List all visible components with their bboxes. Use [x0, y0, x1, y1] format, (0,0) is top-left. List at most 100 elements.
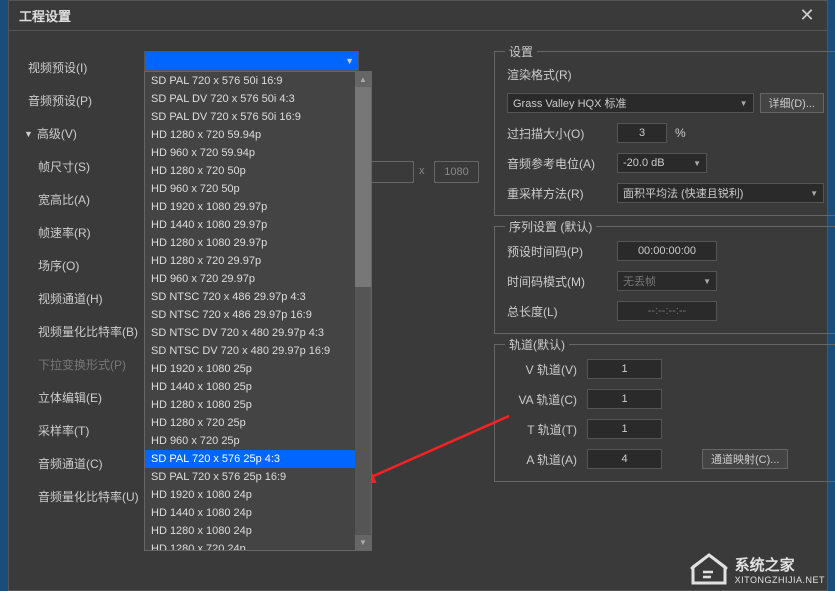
dropdown-item[interactable]: HD 1280 x 1080 24p: [145, 522, 357, 540]
sidebar-item-samplerate[interactable]: 采样率(T): [24, 414, 144, 447]
close-icon[interactable]: ✕: [797, 5, 817, 26]
watermark-url: XITONGZHIJIA.NET: [735, 575, 825, 585]
channel-map-button[interactable]: 通道映射(C)...: [702, 449, 788, 469]
dropdown-item[interactable]: HD 1280 x 720 24p: [145, 540, 357, 550]
chevron-down-icon: ▼: [703, 277, 711, 286]
dropdown-item[interactable]: HD 1280 x 1080 29.97p: [145, 234, 357, 252]
render-format-select[interactable]: Grass Valley HQX 标准 ▼: [507, 93, 754, 113]
total-len-value: --:--:--:--: [617, 301, 717, 321]
total-len-label: 总长度(L): [507, 303, 617, 320]
track-fieldset: 轨道(默认) V 轨道(V) 1 VA 轨道(C) 1 T 轨道(T) 1 A: [494, 344, 835, 482]
main-area: ▼ SD PAL 720 x 576 50i 16:9SD PAL DV 720…: [144, 51, 812, 580]
sidebar-item-video-preset[interactable]: 视频预设(I): [24, 51, 144, 84]
preset-dropdown: SD PAL 720 x 576 50i 16:9SD PAL DV 720 x…: [144, 71, 372, 551]
dropdown-item[interactable]: HD 1920 x 1080 25p: [145, 360, 357, 378]
v-track-label: V 轨道(V): [507, 361, 587, 378]
tc-mode-value: 无丢帧: [623, 273, 656, 289]
dropdown-item[interactable]: HD 960 x 720 59.94p: [145, 144, 357, 162]
dropdown-item[interactable]: HD 1440 x 1080 25p: [145, 378, 357, 396]
chevron-down-icon: ▼: [24, 129, 33, 139]
dropdown-item[interactable]: HD 1440 x 1080 24p: [145, 504, 357, 522]
preset-tc-label: 预设时间码(P): [507, 243, 617, 260]
dropdown-item[interactable]: SD NTSC 720 x 486 29.97p 16:9: [145, 306, 357, 324]
sidebar-item-video-channel[interactable]: 视频通道(H): [24, 282, 144, 315]
va-track-label: VA 轨道(C): [507, 391, 587, 408]
v-track-input[interactable]: 1: [587, 359, 662, 379]
preset-tc-input[interactable]: 00:00:00:00: [617, 241, 717, 261]
dropdown-item[interactable]: SD PAL 720 x 576 25p 16:9: [145, 468, 357, 486]
overscan-unit: %: [675, 126, 686, 140]
sequence-fieldset: 序列设置 (默认) 预设时间码(P) 00:00:00:00 时间码模式(M) …: [494, 226, 835, 334]
sidebar-item-framerate[interactable]: 帧速率(R): [24, 216, 144, 249]
house-icon: [689, 552, 729, 586]
resample-select[interactable]: 面积平均法 (快速且锐利) ▼: [617, 183, 824, 203]
dropdown-item[interactable]: HD 960 x 720 50p: [145, 180, 357, 198]
watermark-title: 系统之家: [735, 554, 825, 575]
dropdown-item[interactable]: SD PAL 720 x 576 25p 4:3: [145, 450, 357, 468]
scrollbar[interactable]: ▲ ▼: [355, 72, 371, 550]
settings-fieldset: 设置 渲染格式(R) Grass Valley HQX 标准 ▼ 详细(D)..…: [494, 51, 835, 216]
dropdown-item[interactable]: HD 1280 x 720 25p: [145, 414, 357, 432]
sidebar-item-audio-preset[interactable]: 音频预设(P): [24, 84, 144, 117]
dropdown-item[interactable]: HD 1280 x 720 50p: [145, 162, 357, 180]
sidebar-item-pulldown: 下拉变换形式(P): [24, 348, 144, 381]
scroll-thumb[interactable]: [355, 87, 371, 287]
sidebar-item-field-order[interactable]: 场序(O): [24, 249, 144, 282]
dropdown-item[interactable]: SD NTSC DV 720 x 480 29.97p 16:9: [145, 342, 357, 360]
detail-button[interactable]: 详细(D)...: [760, 93, 824, 113]
chevron-down-icon: ▼: [693, 159, 701, 168]
sidebar-item-video-bitrate[interactable]: 视频量化比特率(B): [24, 315, 144, 348]
sidebar-item-audio-bitrate[interactable]: 音频量化比特率(U): [24, 480, 144, 513]
titlebar: 工程设置 ✕: [9, 1, 827, 31]
dropdown-item[interactable]: SD PAL DV 720 x 576 50i 4:3: [145, 90, 357, 108]
dropdown-item[interactable]: HD 1920 x 1080 24p: [145, 486, 357, 504]
dropdown-item[interactable]: SD PAL 720 x 576 50i 16:9: [145, 72, 357, 90]
settings-legend: 设置: [505, 43, 537, 60]
dropdown-item[interactable]: HD 960 x 720 25p: [145, 432, 357, 450]
audio-ref-label: 音频参考电位(A): [507, 155, 617, 172]
sequence-legend: 序列设置 (默认): [505, 218, 596, 235]
chevron-down-icon: ▼: [740, 99, 748, 108]
audio-ref-select[interactable]: -20.0 dB ▼: [617, 153, 707, 173]
height-box: 1080: [434, 161, 479, 183]
va-track-input[interactable]: 1: [587, 389, 662, 409]
preset-combobox[interactable]: ▼: [144, 51, 359, 71]
t-track-input[interactable]: 1: [587, 419, 662, 439]
overscan-label: 过扫描大小(O): [507, 125, 617, 142]
dropdown-item[interactable]: SD NTSC 720 x 486 29.97p 4:3: [145, 288, 357, 306]
dropdown-item[interactable]: HD 1280 x 720 59.94p: [145, 126, 357, 144]
render-format-value: Grass Valley HQX 标准: [513, 95, 627, 111]
sidebar-item-frame-size[interactable]: 帧尺寸(S): [24, 150, 144, 183]
window-title: 工程设置: [19, 6, 71, 25]
dropdown-item[interactable]: HD 1440 x 1080 29.97p: [145, 216, 357, 234]
dropdown-item[interactable]: HD 1280 x 720 29.97p: [145, 252, 357, 270]
tc-mode-select[interactable]: 无丢帧 ▼: [617, 271, 717, 291]
sidebar-item-stereo-edit[interactable]: 立体编辑(E): [24, 381, 144, 414]
scroll-up-icon[interactable]: ▲: [355, 72, 371, 87]
a-track-input[interactable]: 4: [587, 449, 662, 469]
project-settings-window: 工程设置 ✕ 视频预设(I) 音频预设(P) ▼ 高级(V) 帧尺寸(S) 宽高…: [8, 0, 828, 591]
resample-label: 重采样方法(R): [507, 185, 617, 202]
dropdown-item[interactable]: HD 1920 x 1080 29.97p: [145, 198, 357, 216]
dropdown-item[interactable]: HD 1280 x 1080 25p: [145, 396, 357, 414]
sidebar-group-label: 高级(V): [37, 125, 77, 142]
audio-ref-value: -20.0 dB: [623, 157, 665, 169]
t-track-label: T 轨道(T): [507, 421, 587, 438]
sidebar-group-advanced[interactable]: ▼ 高级(V): [24, 117, 144, 150]
dropdown-item[interactable]: SD NTSC DV 720 x 480 29.97p 4:3: [145, 324, 357, 342]
dim-x-label: x: [419, 165, 425, 177]
tc-mode-label: 时间码模式(M): [507, 273, 617, 290]
width-box: [369, 161, 414, 183]
dropdown-item[interactable]: HD 960 x 720 29.97p: [145, 270, 357, 288]
resample-value: 面积平均法 (快速且锐利): [623, 185, 743, 201]
track-legend: 轨道(默认): [505, 336, 569, 353]
chevron-down-icon: ▼: [345, 56, 354, 66]
chevron-down-icon: ▼: [810, 189, 818, 198]
scroll-down-icon[interactable]: ▼: [355, 535, 371, 550]
dropdown-item[interactable]: SD PAL DV 720 x 576 50i 16:9: [145, 108, 357, 126]
render-format-label: 渲染格式(R): [507, 66, 617, 83]
overscan-input[interactable]: 3: [617, 123, 667, 143]
sidebar-item-aspect[interactable]: 宽高比(A): [24, 183, 144, 216]
sidebar: 视频预设(I) 音频预设(P) ▼ 高级(V) 帧尺寸(S) 宽高比(A) 帧速…: [24, 51, 144, 580]
sidebar-item-audio-channel[interactable]: 音频通道(C): [24, 447, 144, 480]
